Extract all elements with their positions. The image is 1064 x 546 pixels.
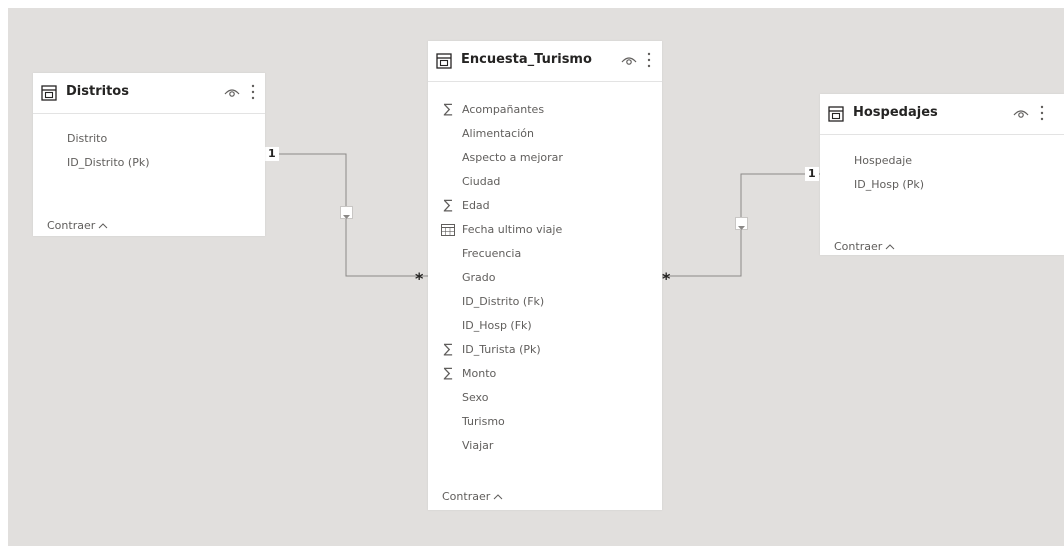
collapse-link[interactable]: Contraer: [47, 219, 108, 232]
more-options-icon[interactable]: [250, 84, 256, 100]
field-row[interactable]: ∑ ID_Turista (Pk): [428, 338, 662, 362]
filter-direction-icon-hospedajes[interactable]: [735, 217, 748, 230]
table-header[interactable]: Hospedajes: [820, 94, 1064, 135]
table-icon: [828, 106, 844, 122]
field-label: Grado: [462, 271, 496, 284]
chevron-up-icon: [493, 494, 503, 500]
table-card-distritos[interactable]: Distritos Distrito ID_Distrito (Pk) Cont…: [33, 73, 265, 236]
field-row[interactable]: Sexo: [428, 386, 662, 410]
sigma-icon: ∑: [443, 366, 453, 381]
cardinality-many-distritos: *: [415, 269, 424, 288]
field-row[interactable]: Turismo: [428, 410, 662, 434]
table-title: Distritos: [66, 84, 129, 99]
field-row[interactable]: Grado: [428, 266, 662, 290]
field-row[interactable]: Alimentación: [428, 122, 662, 146]
field-label: Distrito: [67, 132, 108, 145]
field-label: Aspecto a mejorar: [462, 151, 563, 164]
cardinality-many-hospedajes: *: [662, 269, 671, 288]
field-row[interactable]: Viajar: [428, 434, 662, 458]
table-icon: [41, 85, 57, 101]
filter-direction-icon-distritos[interactable]: [340, 206, 353, 219]
field-label: Edad: [462, 199, 490, 212]
field-row[interactable]: Ciudad: [428, 170, 662, 194]
field-label: Fecha ultimo viaje: [462, 223, 563, 236]
field-row[interactable]: ID_Hosp (Fk): [428, 314, 662, 338]
field-label: ID_Hosp (Fk): [462, 319, 532, 332]
collapse-link[interactable]: Contraer: [442, 490, 503, 503]
collapse-label: Contraer: [834, 240, 883, 253]
field-row[interactable]: Hospedaje: [820, 149, 1064, 173]
field-label: Monto: [462, 367, 497, 380]
eye-icon[interactable]: [1013, 107, 1029, 119]
collapse-link[interactable]: Contraer: [834, 240, 895, 253]
sigma-icon: ∑: [443, 102, 453, 117]
field-row[interactable]: ID_Distrito (Fk): [428, 290, 662, 314]
table-card-hospedajes[interactable]: Hospedajes Hospedaje ID_Hosp (Pk) Contra…: [820, 94, 1064, 255]
more-options-icon[interactable]: [646, 52, 652, 68]
table-title: Encuesta_Turismo: [461, 52, 592, 67]
field-row[interactable]: Distrito: [33, 127, 265, 151]
cardinality-one-hospedajes: 1: [805, 167, 819, 181]
field-row[interactable]: Aspecto a mejorar: [428, 146, 662, 170]
collapse-label: Contraer: [47, 219, 96, 232]
table-header[interactable]: Distritos: [33, 73, 265, 114]
field-label: ID_Distrito (Fk): [462, 295, 545, 308]
table-header[interactable]: Encuesta_Turismo: [428, 41, 662, 82]
field-label: Turismo: [462, 415, 505, 428]
eye-icon[interactable]: [621, 54, 637, 66]
field-row[interactable]: ∑ Monto: [428, 362, 662, 386]
field-row[interactable]: ∑ Edad: [428, 194, 662, 218]
cardinality-one-distritos: 1: [265, 147, 279, 161]
field-row[interactable]: ID_Hosp (Pk): [820, 173, 1064, 197]
model-canvas[interactable]: 1 * * 1 Distritos Distrito ID_Distrito (…: [8, 8, 1064, 546]
field-label: Hospedaje: [854, 154, 913, 167]
field-label: ID_Distrito (Pk): [67, 156, 150, 169]
chevron-up-icon: [885, 244, 895, 250]
eye-icon[interactable]: [224, 86, 240, 98]
field-label: Frecuencia: [462, 247, 522, 260]
sigma-icon: ∑: [443, 342, 453, 357]
field-label: Ciudad: [462, 175, 501, 188]
calendar-icon: [441, 224, 455, 236]
field-label: Alimentación: [462, 127, 534, 140]
table-icon: [436, 53, 452, 69]
field-label: Sexo: [462, 391, 489, 404]
field-label: Viajar: [462, 439, 494, 452]
collapse-label: Contraer: [442, 490, 491, 503]
field-row[interactable]: Fecha ultimo viaje: [428, 218, 662, 242]
field-label: Acompañantes: [462, 103, 545, 116]
field-row[interactable]: Frecuencia: [428, 242, 662, 266]
table-card-encuesta-turismo[interactable]: Encuesta_Turismo ∑ Acompañantes Alimentaci…: [428, 41, 662, 510]
field-row[interactable]: ID_Distrito (Pk): [33, 151, 265, 175]
field-label: ID_Hosp (Pk): [854, 178, 925, 191]
sigma-icon: ∑: [443, 198, 453, 213]
field-row[interactable]: ∑ Acompañantes: [428, 98, 662, 122]
more-options-icon[interactable]: [1039, 105, 1045, 121]
table-title: Hospedajes: [853, 105, 938, 120]
field-label: ID_Turista (Pk): [462, 343, 541, 356]
chevron-up-icon: [98, 223, 108, 229]
